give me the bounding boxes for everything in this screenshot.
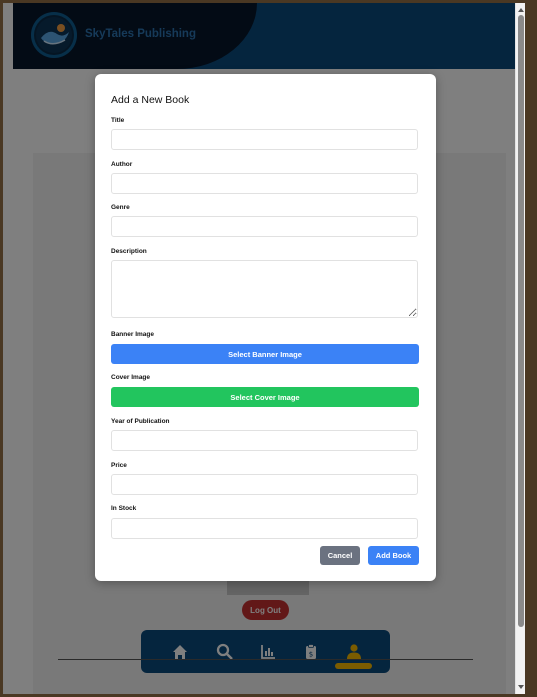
select-cover-image-button[interactable]: Select Cover Image bbox=[111, 387, 419, 407]
scrollbar[interactable] bbox=[515, 3, 525, 694]
add-book-button[interactable]: Add Book bbox=[368, 546, 419, 565]
year-label: Year of Publication bbox=[111, 418, 170, 425]
cancel-button[interactable]: Cancel bbox=[320, 546, 360, 565]
in-stock-input[interactable] bbox=[111, 518, 418, 539]
year-input[interactable] bbox=[111, 430, 418, 451]
price-input[interactable] bbox=[111, 474, 418, 495]
description-label: Description bbox=[111, 248, 147, 255]
genre-label: Genre bbox=[111, 204, 130, 211]
price-label: Price bbox=[111, 462, 127, 469]
select-banner-image-button[interactable]: Select Banner Image bbox=[111, 344, 419, 364]
title-input[interactable] bbox=[111, 129, 418, 150]
scrollbar-thumb[interactable] bbox=[518, 15, 524, 627]
in-stock-label: In Stock bbox=[111, 505, 137, 512]
add-book-modal: Add a New Book Title Author Genre Descri… bbox=[95, 74, 436, 581]
description-textarea[interactable] bbox=[111, 260, 418, 318]
banner-image-label: Banner Image bbox=[111, 331, 154, 338]
genre-input[interactable] bbox=[111, 216, 418, 237]
title-label: Title bbox=[111, 117, 125, 124]
author-input[interactable] bbox=[111, 173, 418, 194]
scroll-down-icon[interactable] bbox=[517, 683, 525, 691]
browser-viewport: SkyTales Publishing Log Out bbox=[3, 3, 525, 694]
author-label: Author bbox=[111, 161, 133, 168]
cover-image-label: Cover Image bbox=[111, 374, 151, 381]
scroll-up-icon[interactable] bbox=[517, 6, 525, 14]
modal-title: Add a New Book bbox=[111, 94, 190, 106]
